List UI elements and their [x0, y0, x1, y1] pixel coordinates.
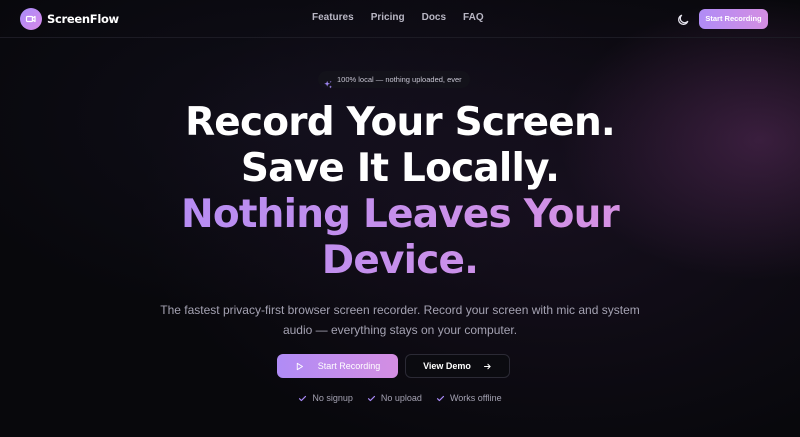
nav-link-pricing[interactable]: Pricing	[371, 12, 405, 23]
nav-link-docs[interactable]: Docs	[422, 12, 446, 23]
view-demo-button[interactable]: View Demo	[405, 354, 510, 378]
hero-subtext: The fastest privacy-first browser screen…	[160, 303, 640, 337]
privacy-badge: 100% local — nothing uploaded, ever	[318, 71, 470, 88]
view-demo-label: View Demo	[423, 361, 471, 371]
landing-page: ScreenFlow Features Pricing Docs FAQ Sta…	[0, 0, 800, 437]
check-icon	[367, 394, 376, 403]
badge-text: 100% local — nothing uploaded, ever	[337, 75, 462, 84]
hero-headline: Record Your Screen. Save It Locally. Not…	[0, 100, 800, 284]
headline-highlight-line-2: Device.	[0, 238, 800, 284]
play-icon	[295, 362, 304, 371]
check-icon	[298, 394, 307, 403]
headline-line-1: Record Your Screen.	[185, 100, 616, 145]
check-icon	[436, 394, 445, 403]
video-camera-icon	[20, 8, 42, 30]
start-recording-label: Start Recording	[317, 361, 381, 371]
brand-name: ScreenFlow	[47, 12, 119, 26]
brand-link[interactable]: ScreenFlow	[20, 8, 119, 30]
feature-item: No signup	[298, 393, 353, 403]
arrow-right-icon	[483, 362, 492, 371]
feature-item: Works offline	[436, 393, 502, 403]
start-recording-button[interactable]: Start Recording	[277, 354, 398, 378]
nav-start-recording-button[interactable]: Start Recording	[699, 9, 768, 29]
feature-label: No upload	[380, 393, 422, 403]
nav-link-faq[interactable]: FAQ	[463, 12, 484, 23]
feature-label: Works offline	[449, 393, 502, 403]
moon-icon[interactable]	[676, 12, 690, 26]
nav-links: Features Pricing Docs FAQ	[312, 12, 501, 23]
feature-item: No upload	[367, 393, 422, 403]
nav-link-features[interactable]: Features	[312, 12, 354, 23]
headline-line-2: Save It Locally.	[240, 146, 560, 191]
headline-highlight-line-1: Nothing Leaves Your	[0, 192, 800, 238]
navbar: ScreenFlow Features Pricing Docs FAQ Sta…	[0, 0, 800, 38]
feature-label: No signup	[312, 393, 353, 403]
feature-list: No signup No upload Works offline	[0, 393, 800, 403]
sparkles-icon	[323, 75, 333, 88]
